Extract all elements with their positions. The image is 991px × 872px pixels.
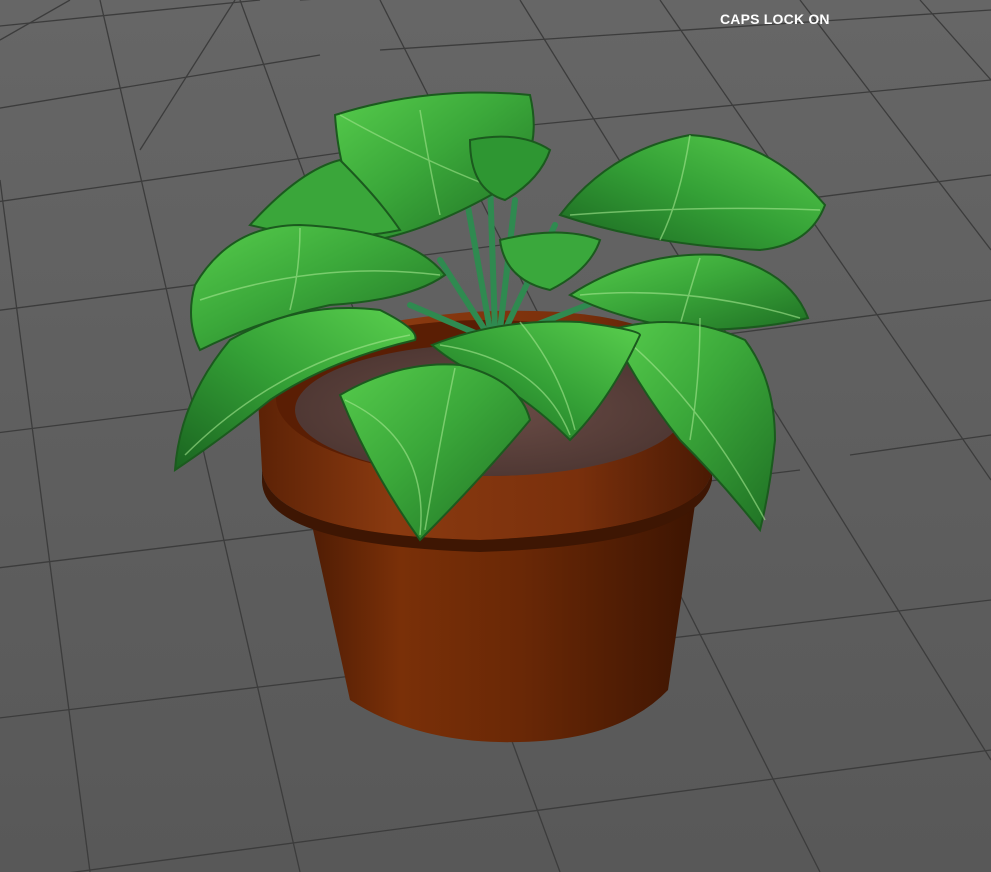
- leaf-right-top: [558, 133, 827, 252]
- leaf-center: [498, 231, 602, 292]
- viewport-scene[interactable]: [0, 0, 991, 872]
- caps-lock-indicator: CAPS LOCK ON: [720, 11, 830, 27]
- 3d-viewport[interactable]: CAPS LOCK ON: [0, 0, 991, 872]
